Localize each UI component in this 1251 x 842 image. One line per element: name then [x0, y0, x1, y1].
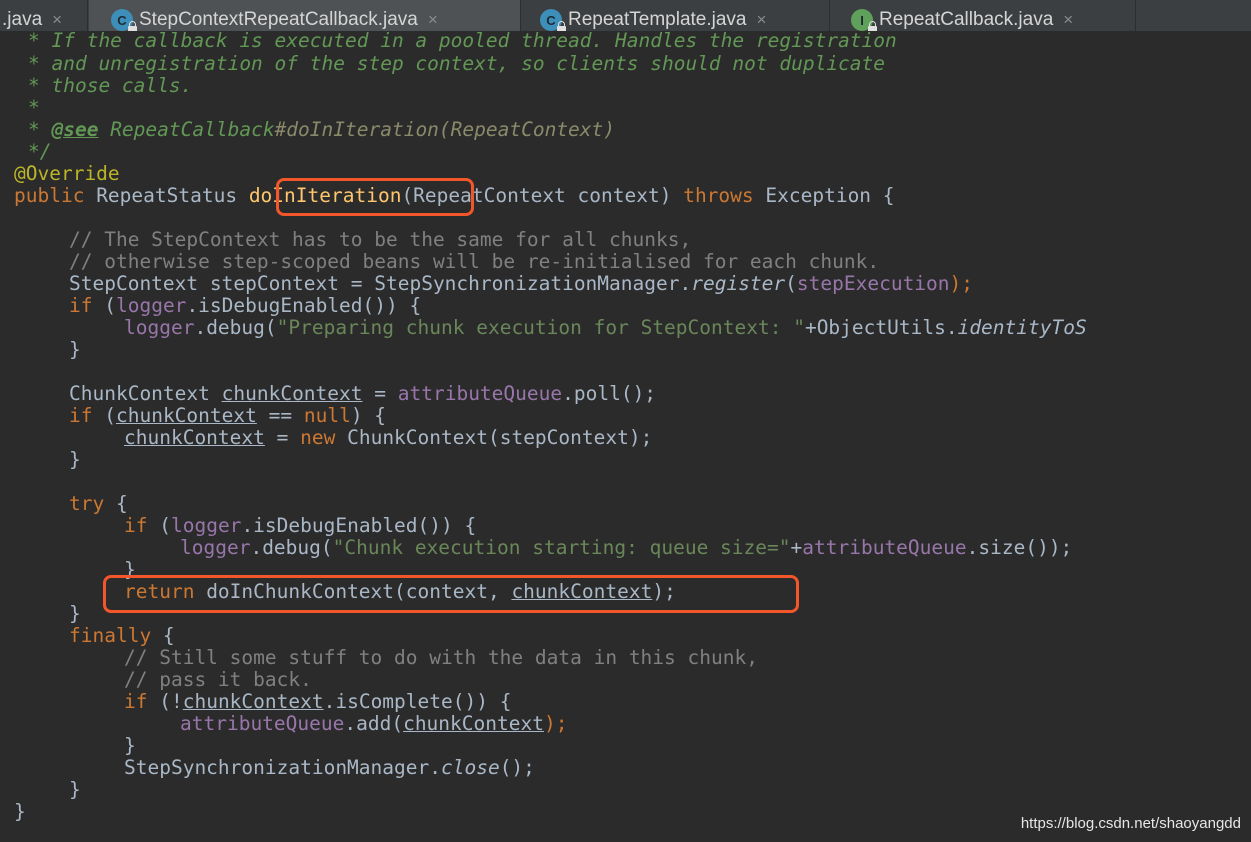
class-icon: C: [540, 9, 566, 34]
javadoc-line: */: [28, 140, 52, 163]
code-line: }: [69, 602, 81, 625]
interface-icon: I: [851, 9, 877, 34]
tab-label: RepeatCallback.java: [879, 9, 1054, 30]
javadoc-line: *: [28, 96, 40, 119]
code-line: }: [14, 800, 26, 823]
close-icon[interactable]: ×: [52, 10, 62, 30]
code-comment: // Still some stuff to do with the data …: [124, 646, 758, 669]
javadoc-see-line: * @see RepeatCallback#doInIteration(Repe…: [28, 118, 616, 141]
code-line: StepContext stepContext = StepSynchroniz…: [69, 272, 974, 295]
annotation-override: @Override: [14, 162, 120, 185]
code-line: logger.debug("Chunk execution starting: …: [180, 536, 1073, 559]
watermark: https://blog.csdn.net/shaoyangdd: [1020, 815, 1241, 832]
tab-label: RepeatTemplate.java: [568, 9, 747, 30]
code-line: }: [124, 734, 136, 757]
highlight-box-return-statement: [103, 575, 799, 613]
code-line: }: [69, 338, 81, 361]
close-icon[interactable]: ×: [1063, 10, 1073, 30]
code-line: if (logger.isDebugEnabled()) {: [69, 294, 422, 317]
javadoc-line: * and unregistration of the step context…: [28, 52, 886, 75]
code-line: finally {: [69, 624, 175, 647]
code-line: try {: [69, 492, 128, 515]
code-comment: // otherwise step-scoped beans will be r…: [69, 250, 880, 273]
class-icon: C: [111, 9, 137, 34]
code-line: chunkContext = new ChunkContext(stepCont…: [124, 426, 653, 449]
javadoc-line: * those calls.: [28, 74, 193, 97]
code-editor[interactable]: * If the callback is executed in a poole…: [0, 31, 1251, 842]
code-line: logger.debug("Preparing chunk execution …: [124, 316, 1087, 339]
code-line: attributeQueue.add(chunkContext);: [180, 712, 568, 735]
code-line: }: [69, 778, 81, 801]
code-line: }: [69, 448, 81, 471]
highlight-box-method-name: [276, 178, 474, 216]
code-line: if (!chunkContext.isComplete()) {: [124, 690, 512, 713]
tab-label: .java: [2, 9, 43, 30]
code-comment: // The StepContext has to be the same fo…: [69, 228, 692, 251]
close-icon[interactable]: ×: [757, 10, 767, 30]
javadoc-line: * If the callback is executed in a poole…: [28, 31, 897, 52]
code-line: if (logger.isDebugEnabled()) {: [124, 514, 477, 537]
close-icon[interactable]: ×: [428, 10, 438, 30]
tab-label: StepContextRepeatCallback.java: [139, 9, 418, 30]
code-comment: // pass it back.: [124, 668, 312, 691]
code-line: ChunkContext chunkContext = attributeQue…: [69, 382, 657, 405]
code-line: StepSynchronizationManager.close();: [124, 756, 535, 779]
code-line: if (chunkContext == null) {: [69, 404, 387, 427]
